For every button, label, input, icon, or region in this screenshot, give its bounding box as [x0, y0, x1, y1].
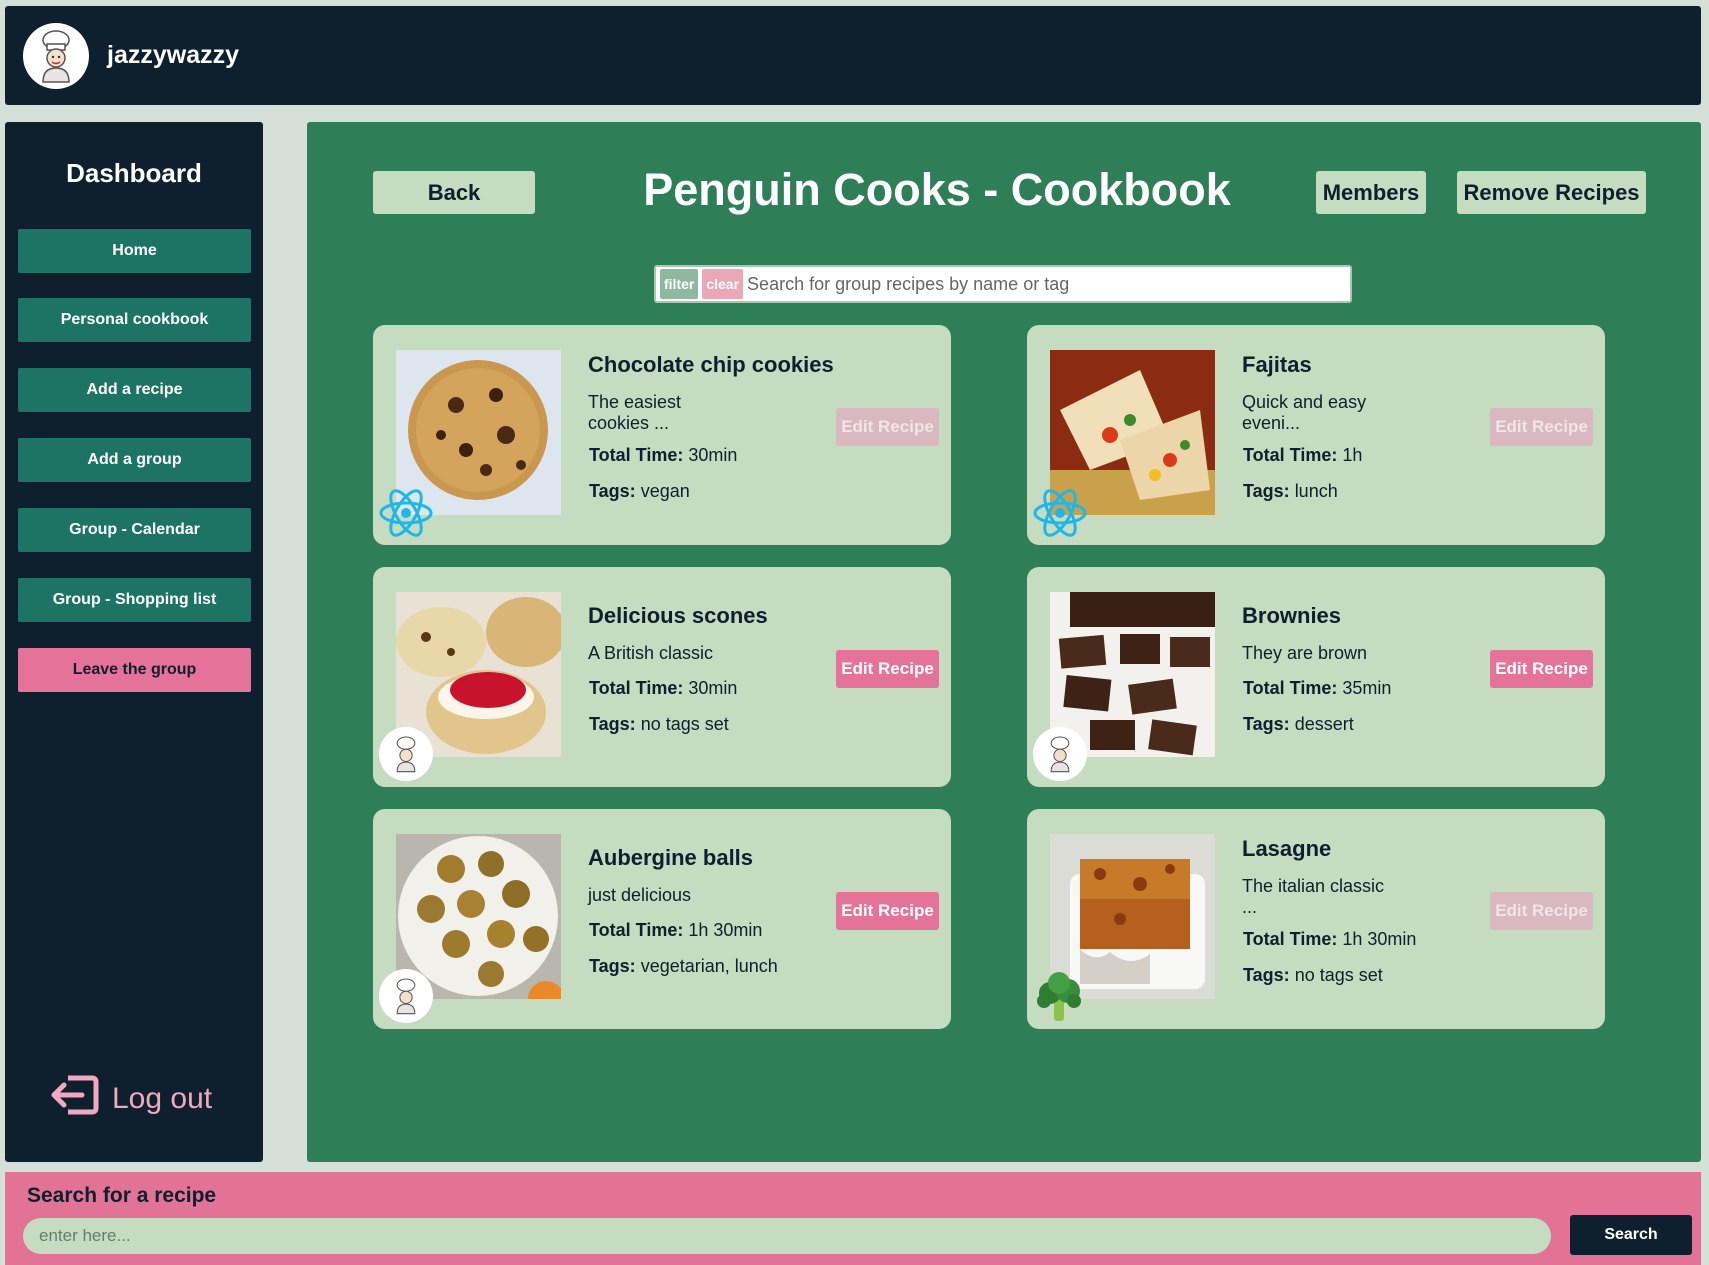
sidebar: Dashboard Home Personal cookbook Add a r…	[5, 122, 263, 1162]
recipe-total-time: Total Time: 30min	[589, 678, 737, 699]
edit-recipe-button[interactable]: Edit Recipe	[836, 408, 939, 446]
recipe-description: The italian classic ...	[1242, 876, 1385, 917]
recipe-description: just delicious	[588, 885, 692, 905]
broccoli-icon	[1032, 969, 1088, 1025]
back-button[interactable]: Back	[373, 171, 535, 214]
top-bar: jazzywazzy	[5, 6, 1701, 105]
filter-button[interactable]: filter	[660, 269, 699, 299]
recipe-card[interactable]: Aubergine balls just delicious Total Tim…	[373, 809, 951, 1029]
search-button[interactable]: Search	[1570, 1215, 1692, 1255]
total-time-label: Total Time:	[1243, 929, 1338, 949]
tags-label: Tags:	[589, 481, 636, 501]
tags-label: Tags:	[1243, 965, 1290, 985]
edit-recipe-button[interactable]: Edit Recipe	[1490, 892, 1593, 930]
sidebar-item-add-group[interactable]: Add a group	[18, 438, 251, 482]
chef-avatar-icon	[379, 969, 433, 1023]
recipe-name: Lasagne	[1242, 836, 1332, 861]
recipe-description: Quick and easy eveni...	[1242, 392, 1367, 433]
recipe-total-time: Total Time: 1h	[1243, 445, 1362, 466]
edit-recipe-button[interactable]: Edit Recipe	[836, 892, 939, 930]
footer-title: Search for a recipe	[27, 1184, 217, 1207]
tags-value: lunch	[1294, 481, 1338, 501]
total-time-value: 1h	[1342, 445, 1363, 465]
chef-avatar-icon[interactable]	[23, 22, 89, 89]
recipe-description: They are brown	[1242, 643, 1368, 663]
logout-icon	[48, 1070, 100, 1128]
recipe-name: Chocolate chip cookies	[588, 352, 834, 377]
tags-value: dessert	[1294, 714, 1354, 734]
recipe-tags: Tags: lunch	[1243, 481, 1338, 502]
tags-value: vegan	[640, 481, 690, 501]
total-time-value: 35min	[1342, 678, 1392, 698]
recipe-tags: Tags: vegan	[589, 481, 690, 502]
tags-value: no tags set	[1294, 965, 1383, 985]
total-time-label: Total Time:	[1243, 445, 1338, 465]
total-time-label: Total Time:	[1243, 678, 1338, 698]
username: jazzywazzy	[107, 41, 240, 69]
recipe-tags: Tags: no tags set	[1243, 965, 1383, 986]
clear-button[interactable]: clear	[702, 269, 744, 299]
recipe-search-footer: Search for a recipe Search	[5, 1172, 1701, 1265]
remove-recipes-button[interactable]: Remove Recipes	[1457, 171, 1646, 214]
edit-recipe-button[interactable]: Edit Recipe	[836, 650, 939, 688]
sidebar-item-personal-cookbook[interactable]: Personal cookbook	[18, 298, 251, 342]
total-time-label: Total Time:	[589, 920, 684, 940]
recipe-name: Brownies	[1242, 603, 1342, 628]
edit-recipe-button[interactable]: Edit Recipe	[1490, 408, 1593, 446]
recipe-card[interactable]: Brownies They are brown Total Time: 35mi…	[1027, 567, 1605, 787]
logout-button[interactable]: Log out	[48, 1070, 212, 1128]
recipe-total-time: Total Time: 35min	[1243, 678, 1391, 699]
react-icon	[1032, 485, 1088, 541]
total-time-value: 1h 30min	[1342, 929, 1417, 949]
recipe-total-time: Total Time: 1h 30min	[589, 920, 762, 941]
total-time-value: 30min	[688, 445, 738, 465]
tags-label: Tags:	[1243, 714, 1290, 734]
tags-label: Tags:	[589, 714, 636, 734]
recipe-card[interactable]: Fajitas Quick and easy eveni... Total Ti…	[1027, 325, 1605, 545]
total-time-label: Total Time:	[589, 445, 684, 465]
recipe-name: Fajitas	[1242, 352, 1312, 377]
recipe-card[interactable]: Lasagne The italian classic ... Total Ti…	[1027, 809, 1605, 1029]
sidebar-item-add-recipe[interactable]: Add a recipe	[18, 368, 251, 412]
tags-value: vegetarian, lunch	[640, 956, 778, 976]
recipe-tags: Tags: vegetarian, lunch	[589, 956, 778, 977]
chef-avatar-icon	[1033, 727, 1087, 781]
recipe-description: A British classic	[588, 643, 714, 663]
logout-label: Log out	[112, 1082, 213, 1115]
leave-group-button[interactable]: Leave the group	[18, 648, 251, 692]
recipe-tags: Tags: dessert	[1243, 714, 1354, 735]
recipe-search-input[interactable]	[23, 1218, 1551, 1254]
react-icon	[378, 485, 434, 541]
recipe-card[interactable]: Delicious scones A British classic Total…	[373, 567, 951, 787]
chef-avatar-icon	[379, 727, 433, 781]
sidebar-item-home[interactable]: Home	[18, 229, 251, 273]
tags-label: Tags:	[1243, 481, 1290, 501]
sidebar-item-group-calendar[interactable]: Group - Calendar	[18, 508, 251, 552]
group-search-bar: filter clear	[654, 265, 1352, 303]
total-time-label: Total Time:	[589, 678, 684, 698]
sidebar-item-group-shopping-list[interactable]: Group - Shopping list	[18, 578, 251, 622]
recipe-name: Aubergine balls	[588, 845, 754, 870]
recipe-name: Delicious scones	[588, 603, 768, 628]
recipe-tags: Tags: no tags set	[589, 714, 729, 735]
recipe-description: The easiest cookies ...	[588, 392, 682, 433]
recipe-card[interactable]: Chocolate chip cookies The easiest cooki…	[373, 325, 951, 545]
group-search-input[interactable]	[747, 269, 1350, 299]
members-button[interactable]: Members	[1316, 171, 1426, 214]
tags-label: Tags:	[589, 956, 636, 976]
recipe-total-time: Total Time: 1h 30min	[1243, 929, 1416, 950]
page-title: Penguin Cooks - Cookbook	[643, 164, 1231, 215]
tags-value: no tags set	[640, 714, 729, 734]
edit-recipe-button[interactable]: Edit Recipe	[1490, 650, 1593, 688]
sidebar-title: Dashboard	[66, 158, 202, 188]
total-time-value: 1h 30min	[688, 920, 763, 940]
main-panel: Back Penguin Cooks - Cookbook Members Re…	[307, 122, 1701, 1162]
total-time-value: 30min	[688, 678, 738, 698]
recipe-total-time: Total Time: 30min	[589, 445, 737, 466]
